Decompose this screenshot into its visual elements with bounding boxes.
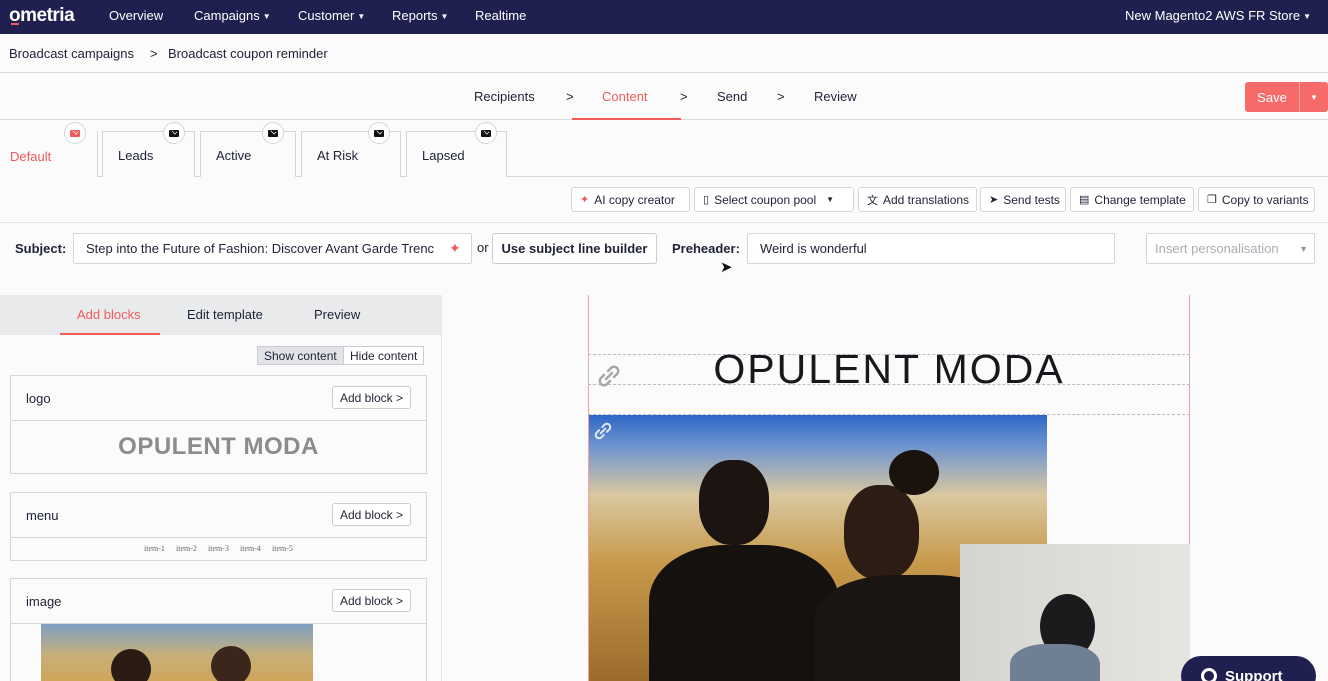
preheader-label: Preheader: [672, 241, 740, 256]
nav-item-customer[interactable]: Customer ▼ [298, 8, 365, 23]
select-coupon-pool-dropdown[interactable]: ▯ Select coupon pool ▼ [694, 187, 854, 212]
preheader-input[interactable]: Weird is wonderful [747, 233, 1115, 264]
image-block-thumbnail [41, 624, 313, 681]
card-divider [11, 537, 426, 538]
ai-copy-creator-button[interactable]: ✦ AI copy creator [571, 187, 690, 212]
block-title: image [26, 594, 62, 609]
breadcrumb-parent[interactable]: Broadcast campaigns [9, 46, 134, 61]
support-button[interactable]: Support [1181, 656, 1316, 681]
button-label: Send tests [1003, 192, 1060, 207]
button-label: Select coupon pool [714, 192, 817, 207]
subject-value: Step into the Future of Fashion: Discove… [86, 241, 435, 256]
copy-icon: ❐ [1207, 194, 1217, 206]
subject-label: Subject: [15, 241, 67, 256]
document-icon: ▤ [1079, 194, 1090, 206]
tab-edit-template[interactable]: Edit template [187, 307, 263, 322]
link-icon[interactable] [592, 420, 614, 442]
envelope-icon [64, 122, 86, 144]
block-title: menu [26, 508, 59, 523]
step-recipients[interactable]: Recipients [474, 89, 535, 104]
or-text: or [477, 240, 489, 255]
logo-accent-mark [11, 23, 19, 25]
breadcrumb-separator: > [150, 46, 158, 61]
show-content-toggle[interactable]: Show content [257, 346, 344, 365]
step-send[interactable]: Send [717, 89, 747, 104]
menu-preview-item: item-5 [272, 544, 293, 553]
sparkle-icon[interactable]: ✦ [449, 240, 461, 257]
button-label: Change template [1094, 192, 1186, 207]
envelope-icon [368, 122, 390, 144]
copy-to-variants-button[interactable]: ❐ Copy to variants [1198, 187, 1315, 212]
personalisation-placeholder: Insert personalisation [1155, 241, 1279, 256]
step-content[interactable]: Content [602, 89, 648, 104]
subject-input[interactable]: Step into the Future of Fashion: Discove… [73, 233, 472, 264]
store-selector[interactable]: New Magento2 AWS FR Store ▼ [1125, 8, 1311, 23]
add-block-button[interactable]: Add block > [331, 503, 411, 526]
menu-preview-item: item-1 [144, 544, 165, 553]
chevron-down-icon: ▼ [262, 12, 271, 22]
step-review[interactable]: Review [814, 89, 857, 104]
button-label: Copy to variants [1221, 192, 1309, 207]
tab-add-blocks[interactable]: Add blocks [77, 307, 141, 322]
tab-label: Leads [118, 148, 154, 163]
card-divider [11, 420, 426, 421]
support-label: Support [1225, 668, 1283, 681]
nav-item-reports[interactable]: Reports ▼ [392, 8, 448, 23]
nav-item-realtime[interactable]: Realtime [475, 8, 526, 23]
block-title: logo [26, 391, 51, 406]
toolbar-divider [0, 222, 1328, 223]
tab-preview[interactable]: Preview [314, 307, 360, 322]
button-label: AI copy creator [594, 192, 675, 207]
breadcrumb-current: Broadcast coupon reminder [168, 46, 328, 61]
chevron-down-icon: ▼ [826, 195, 835, 204]
step-separator: > [777, 89, 785, 104]
hide-content-toggle[interactable]: Hide content [344, 346, 425, 365]
tab-label: At Risk [317, 148, 359, 163]
preheader-value: Weird is wonderful [760, 241, 867, 256]
button-label: Add translations [883, 192, 970, 207]
change-template-button[interactable]: ▤ Change template [1070, 187, 1194, 212]
translate-icon: 文 [867, 194, 878, 207]
chevron-down-icon: ▼ [1303, 12, 1312, 22]
menu-preview-item: item-3 [208, 544, 229, 553]
step-separator: > [680, 89, 688, 104]
chevron-down-icon: ▼ [357, 12, 366, 22]
send-tests-button[interactable]: ➤ Send tests [980, 187, 1066, 212]
envelope-icon [163, 122, 185, 144]
tab-label: Active [216, 148, 252, 163]
sparkle-icon: ✦ [580, 194, 590, 206]
tab-label: Default [10, 149, 52, 164]
envelope-icon [475, 122, 497, 144]
chevron-down-icon: ▼ [440, 12, 449, 22]
secondary-image[interactable] [960, 544, 1190, 681]
menu-preview-item: item-4 [240, 544, 261, 553]
active-step-indicator [572, 118, 681, 120]
coupon-icon: ▯ [703, 194, 710, 206]
nav-item-campaigns[interactable]: Campaigns ▼ [194, 8, 271, 23]
logo-block-preview: OPULENT MODA [118, 433, 319, 460]
send-icon: ➤ [989, 194, 999, 206]
envelope-icon [262, 122, 284, 144]
nav-item-overview[interactable]: Overview [109, 8, 163, 23]
link-icon[interactable] [595, 362, 623, 390]
subject-line-builder-button[interactable]: Use subject line builder [492, 233, 657, 264]
tab-label: Lapsed [422, 148, 465, 163]
step-separator: > [566, 89, 574, 104]
active-tab-indicator [60, 333, 160, 335]
chevron-down-icon: ▼ [1299, 243, 1308, 254]
chat-icon [1201, 668, 1217, 681]
canvas-logo-text: OPULENT MODA [713, 346, 1065, 392]
add-translations-button[interactable]: 文 Add translations [858, 187, 977, 212]
add-block-button[interactable]: Add block > [331, 386, 411, 409]
personalisation-select[interactable]: Insert personalisation ▼ [1146, 233, 1315, 264]
tab-divider [97, 131, 98, 177]
mouse-cursor: ➤ [720, 259, 733, 276]
save-options-dropdown[interactable]: ▼ [1299, 82, 1328, 112]
add-block-button[interactable]: Add block > [331, 589, 411, 612]
steps-bar [0, 73, 1328, 120]
menu-preview-item: item-2 [176, 544, 197, 553]
save-button[interactable]: Save [1245, 82, 1299, 112]
